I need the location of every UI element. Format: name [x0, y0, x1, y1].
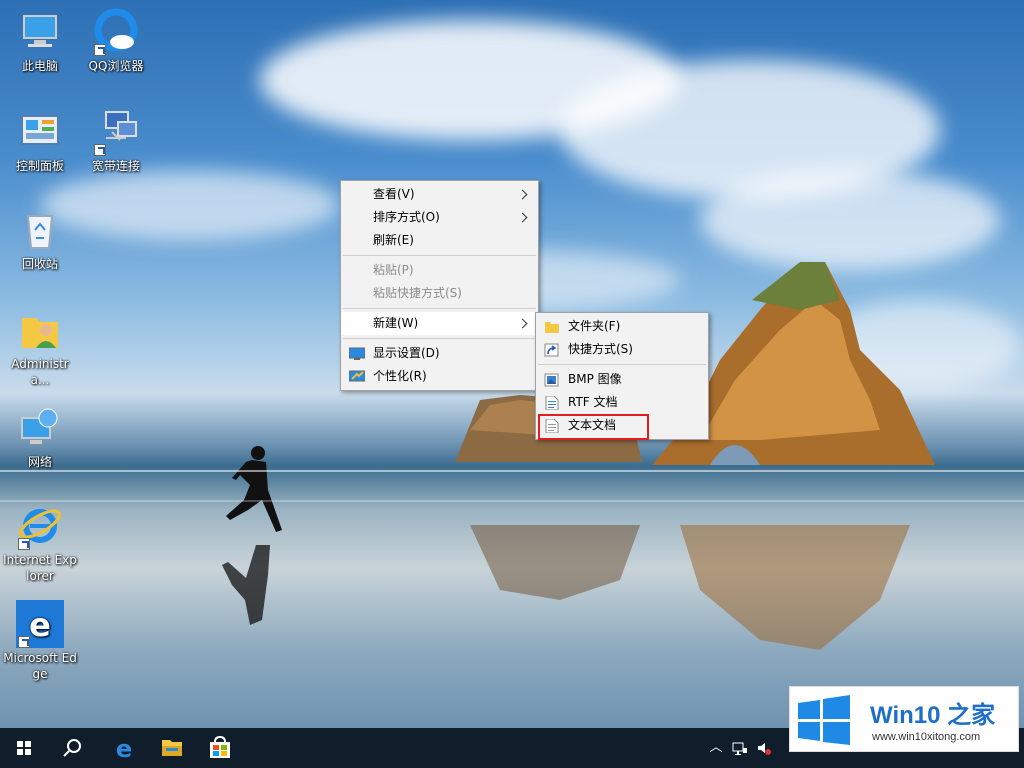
menu-item-paste: 粘贴(P)	[341, 259, 538, 282]
menu-separator	[343, 255, 536, 256]
desktop-icon-control-panel[interactable]: 控制面板	[2, 108, 78, 174]
desktop-icon-label: 回收站	[21, 257, 58, 271]
taskbar-edge-button[interactable]: e	[100, 728, 148, 768]
text-document-highlight	[538, 414, 649, 440]
file-explorer-icon	[162, 740, 182, 756]
store-icon	[210, 735, 230, 758]
desktop-icon-label: 此电脑	[21, 59, 58, 73]
display-settings-icon	[348, 346, 366, 360]
this-pc-icon	[16, 8, 64, 56]
shortcut-arrow-icon	[94, 44, 106, 56]
desktop-icon-label: 宽带连接	[91, 159, 140, 173]
menu-item-view[interactable]: 查看(V)	[341, 183, 538, 206]
menu-item-label: BMP 图像	[568, 372, 622, 386]
rtf-document-icon	[544, 395, 560, 411]
svg-text:e: e	[116, 735, 132, 763]
chevron-right-icon	[517, 318, 528, 329]
menu-item-label: 快捷方式(S)	[568, 342, 633, 356]
menu-item-label: 文件夹(F)	[568, 319, 621, 333]
chevron-right-icon	[517, 212, 528, 223]
qq-browser-icon	[92, 8, 140, 56]
menu-item-label: 个性化(R)	[373, 369, 427, 383]
menu-item-label: 排序方式(O)	[373, 210, 440, 224]
desktop-context-menu: 查看(V) 排序方式(O) 刷新(E) 粘贴(P) 粘贴快捷方式(S) 新建(W…	[340, 180, 539, 391]
submenu-item-shortcut[interactable]: 快捷方式(S)	[536, 338, 708, 361]
desktop-icon-label: Administra...	[11, 357, 69, 387]
win10-watermark: Win10 之家 www.win10xitong.com	[789, 686, 1019, 752]
desktop-icon-label: Microsoft Edge	[3, 651, 77, 681]
shortcut-icon	[544, 342, 560, 357]
menu-item-label: 刷新(E)	[373, 233, 414, 247]
volume-muted-icon[interactable]	[756, 740, 772, 756]
menu-item-personalize[interactable]: 个性化(R)	[341, 365, 538, 388]
recycle-bin-icon	[16, 206, 64, 254]
desktop-icon-qq-browser[interactable]: QQ浏览器	[78, 8, 154, 74]
watermark-title: Win10 之家	[870, 702, 996, 729]
desktop-icon-label: 控制面板	[15, 159, 64, 173]
menu-item-label: RTF 文档	[568, 395, 618, 409]
chevron-right-icon	[517, 189, 528, 200]
search-button[interactable]	[48, 728, 96, 768]
menu-item-label: 粘贴快捷方式(S)	[373, 286, 462, 300]
desktop-icon-label: 网络	[27, 455, 52, 469]
windows-logo-icon	[796, 695, 852, 745]
svg-text:e: e	[29, 606, 51, 644]
submenu-item-rtf-document[interactable]: RTF 文档	[536, 391, 708, 414]
menu-item-label: 显示设置(D)	[373, 346, 440, 360]
desktop-icon-label: Internet Explorer	[3, 553, 77, 583]
menu-item-label: 粘贴(P)	[373, 263, 414, 277]
menu-item-display-settings[interactable]: 显示设置(D)	[341, 342, 538, 365]
personalize-icon	[348, 369, 366, 383]
watermark-url: www.win10xitong.com	[872, 731, 981, 743]
menu-item-paste-shortcut: 粘贴快捷方式(S)	[341, 282, 538, 305]
menu-item-new[interactable]: 新建(W)	[341, 312, 538, 335]
desktop-icon-network[interactable]: 网络	[2, 404, 78, 470]
network-icon	[16, 404, 64, 452]
menu-item-refresh[interactable]: 刷新(E)	[341, 229, 538, 252]
desktop-icon-label: QQ浏览器	[88, 59, 144, 73]
menu-separator	[343, 338, 536, 339]
desktop-icon-internet-explorer[interactable]: Internet Explorer	[2, 502, 78, 584]
menu-separator	[343, 308, 536, 309]
user-folder-icon	[16, 306, 64, 354]
desktop-icon-administrator[interactable]: Administra...	[2, 306, 78, 388]
taskbar-store-button[interactable]	[196, 728, 244, 768]
shortcut-arrow-icon	[18, 636, 30, 648]
chevron-up-icon[interactable]: ︿	[708, 740, 724, 756]
desktop-icon-recycle-bin[interactable]: 回收站	[2, 206, 78, 272]
bmp-image-icon	[544, 372, 560, 387]
internet-explorer-icon	[16, 502, 64, 550]
desktop-icon-broadband-connection[interactable]: 宽带连接	[78, 108, 154, 174]
desktop-icon-this-pc[interactable]: 此电脑	[2, 8, 78, 74]
menu-item-label: 新建(W)	[373, 316, 419, 330]
submenu-item-bmp-image[interactable]: BMP 图像	[536, 368, 708, 391]
desktop-icon-microsoft-edge[interactable]: e Microsoft Edge	[2, 600, 78, 682]
shortcut-arrow-icon	[94, 144, 106, 156]
broadband-connection-icon	[92, 108, 140, 156]
search-icon	[63, 739, 81, 757]
shortcut-arrow-icon	[18, 538, 30, 550]
taskbar-file-explorer-button[interactable]	[148, 728, 196, 768]
submenu-item-folder[interactable]: 文件夹(F)	[536, 315, 708, 338]
menu-item-label: 查看(V)	[373, 187, 415, 201]
start-button[interactable]	[0, 728, 48, 768]
control-panel-icon	[16, 108, 64, 156]
menu-separator	[538, 364, 706, 365]
windows-start-icon	[17, 741, 31, 755]
edge-icon: e	[116, 735, 132, 763]
folder-icon	[544, 319, 560, 333]
menu-item-sort-by[interactable]: 排序方式(O)	[341, 206, 538, 229]
edge-icon: e	[16, 600, 64, 648]
network-tray-icon[interactable]	[732, 740, 748, 756]
